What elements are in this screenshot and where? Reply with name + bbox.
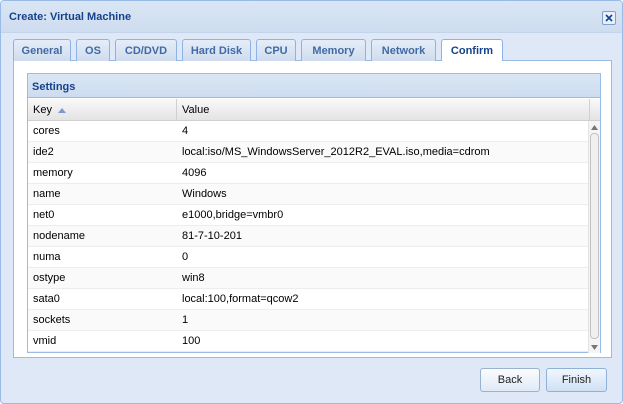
table-row[interactable]: memory 4096 <box>28 163 588 184</box>
table-row[interactable]: numa 0 <box>28 247 588 268</box>
row-value: 0 <box>182 251 189 263</box>
row-value: e1000,bridge=vmbr0 <box>182 209 284 221</box>
column-header-value[interactable]: Value <box>177 99 590 121</box>
close-icon <box>605 14 613 22</box>
table-row[interactable]: nodename 81-7-10-201 <box>28 226 588 247</box>
finish-button-label: Finish <box>561 374 592 386</box>
row-value: 4 <box>182 125 189 137</box>
chevron-down-icon <box>591 344 598 350</box>
row-key: ostype <box>33 272 66 284</box>
close-button[interactable] <box>602 11 616 25</box>
tab-content: Settings Key Value cores 4 ide2 local:is… <box>13 61 612 358</box>
table-row[interactable]: sockets 1 <box>28 310 588 331</box>
grid-scrollbar[interactable] <box>588 121 600 353</box>
table-row[interactable]: ide2 local:iso/MS_WindowsServer_2012R2_E… <box>28 142 588 163</box>
scroll-down-arrow[interactable] <box>589 342 600 352</box>
row-value: local:iso/MS_WindowsServer_2012R2_EVAL.i… <box>182 146 490 158</box>
table-row[interactable]: vmid 100 <box>28 331 588 352</box>
row-key: vmid <box>33 335 57 347</box>
tab-memory[interactable]: Memory <box>301 39 366 61</box>
back-button[interactable]: Back <box>480 368 540 392</box>
row-key: sata0 <box>33 293 60 305</box>
tab-cpu[interactable]: CPU <box>256 39 296 61</box>
create-vm-dialog: Create: Virtual Machine General OS CD/DV… <box>0 0 623 404</box>
tab-confirm[interactable]: Confirm <box>441 39 503 62</box>
table-row[interactable]: net0 e1000,bridge=vmbr0 <box>28 205 588 226</box>
table-row[interactable]: cores 4 <box>28 121 588 142</box>
grid-header: Key Value <box>28 99 600 121</box>
row-key: numa <box>33 251 61 263</box>
tab-bar: General OS CD/DVD Hard Disk CPU Memory N… <box>13 37 612 62</box>
tab-hard-disk[interactable]: Hard Disk <box>182 39 251 61</box>
table-row[interactable]: ostype win8 <box>28 268 588 289</box>
table-row[interactable]: name Windows <box>28 184 588 205</box>
tab-general[interactable]: General <box>13 39 71 61</box>
settings-panel: Settings Key Value cores 4 ide2 local:is… <box>27 73 601 353</box>
dialog-titlebar[interactable]: Create: Virtual Machine <box>1 1 622 33</box>
tab-network[interactable]: Network <box>371 39 436 61</box>
row-key: name <box>33 188 61 200</box>
row-value: 1 <box>182 314 189 326</box>
row-key: cores <box>33 125 60 137</box>
settings-panel-header: Settings <box>28 74 600 98</box>
column-key-label: Key <box>33 104 52 116</box>
finish-button[interactable]: Finish <box>546 368 607 392</box>
row-key: nodename <box>33 230 85 242</box>
row-key: sockets <box>33 314 71 326</box>
scroll-thumb[interactable] <box>590 133 599 339</box>
row-key: ide2 <box>33 146 54 158</box>
chevron-up-icon <box>591 124 598 130</box>
row-key: memory <box>33 167 73 179</box>
row-value: 81-7-10-201 <box>182 230 242 242</box>
row-value: Windows <box>182 188 227 200</box>
tab-cd-dvd[interactable]: CD/DVD <box>115 39 177 61</box>
back-button-label: Back <box>497 374 523 386</box>
settings-title: Settings <box>32 81 76 93</box>
row-value: local:100,format=qcow2 <box>182 293 299 305</box>
row-value: 100 <box>182 335 201 347</box>
row-key: net0 <box>33 209 55 221</box>
settings-grid: cores 4 ide2 local:iso/MS_WindowsServer_… <box>28 121 588 353</box>
row-value: win8 <box>182 272 205 284</box>
tab-os[interactable]: OS <box>76 39 110 61</box>
column-value-label: Value <box>182 104 210 116</box>
row-value: 4096 <box>182 167 207 179</box>
sort-ascending-icon <box>58 108 67 114</box>
table-row[interactable]: sata0 local:100,format=qcow2 <box>28 289 588 310</box>
scroll-up-arrow[interactable] <box>589 122 600 132</box>
column-header-key[interactable]: Key <box>28 99 177 121</box>
dialog-title: Create: Virtual Machine <box>9 11 132 23</box>
